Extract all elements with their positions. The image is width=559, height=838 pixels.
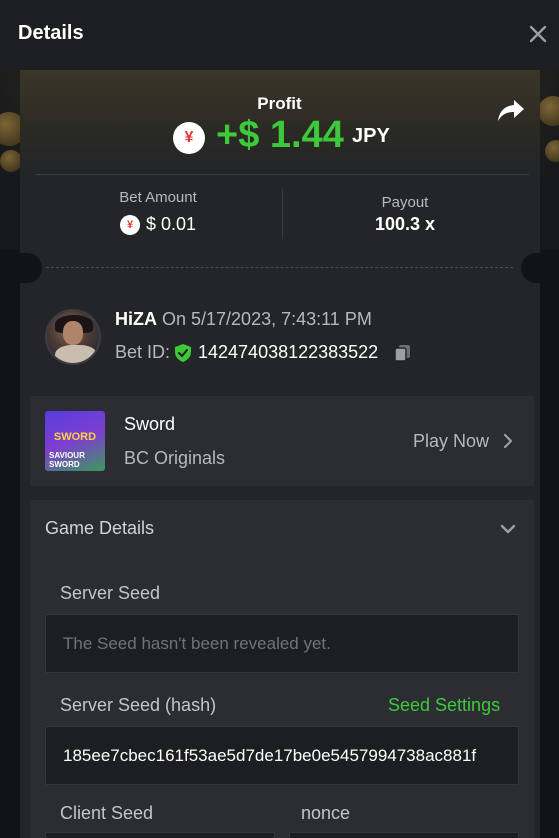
dashed-divider xyxy=(46,267,513,268)
profit-currency: JPY xyxy=(352,125,390,147)
bet-amount-label: Bet Amount xyxy=(119,189,197,206)
yen-currency-icon: ¥ xyxy=(173,122,205,154)
server-seed-label: Server Seed xyxy=(60,583,161,603)
profit-value: +$ 1.44 xyxy=(216,114,344,156)
shield-check-icon xyxy=(175,344,191,362)
server-seed-hash-label: Server Seed (hash) xyxy=(60,695,217,715)
bet-date: On 5/17/2023, 7:43:11 PM xyxy=(162,309,372,329)
ticket-notch xyxy=(521,253,559,283)
coin-decoration xyxy=(0,150,22,172)
thumbnail-subtitle: SAVIOUR SWORD xyxy=(49,451,85,469)
avatar[interactable] xyxy=(45,309,101,365)
yen-currency-icon: ¥ xyxy=(120,215,140,235)
payout-label: Payout xyxy=(381,194,429,211)
modal-title: Details xyxy=(18,22,84,44)
server-seed-hash-value: 185ee7cbec161f53ae5d7de17be0e5457994738a… xyxy=(63,746,477,765)
seed-settings-link[interactable]: Seed Settings xyxy=(388,695,500,716)
modal-header: Details xyxy=(0,0,559,70)
nonce-label: nonce xyxy=(301,803,351,823)
divider xyxy=(36,174,529,175)
close-icon[interactable] xyxy=(524,20,552,48)
bet-amount-value: $ 0.01 xyxy=(146,214,197,234)
play-now-button[interactable]: Play Now xyxy=(413,431,489,452)
game-provider: BC Originals xyxy=(124,448,226,468)
payout-value: 100.3 x xyxy=(374,214,436,234)
ticket-notch xyxy=(0,253,42,283)
bet-id-label: Bet ID: xyxy=(115,342,171,362)
profit-label: Profit xyxy=(257,94,302,113)
thumbnail-title: SWORD xyxy=(53,431,97,443)
game-name: Sword xyxy=(124,414,176,434)
user-name[interactable]: HiZA xyxy=(115,309,157,330)
chevron-down-icon[interactable] xyxy=(498,519,518,539)
nonce-field[interactable] xyxy=(289,832,519,838)
server-seed-placeholder: The Seed hasn't been revealed yet. xyxy=(63,634,331,653)
client-seed-field[interactable] xyxy=(45,832,275,838)
bet-id-value: 142474038122383522 xyxy=(198,342,379,362)
copy-icon[interactable] xyxy=(393,343,413,363)
game-thumbnail[interactable]: SWORD SAVIOUR SWORD xyxy=(45,411,105,471)
divider xyxy=(282,189,283,239)
game-details-toggle[interactable]: Game Details xyxy=(45,518,154,539)
share-icon[interactable] xyxy=(496,98,526,124)
client-seed-label: Client Seed xyxy=(60,803,154,823)
chevron-right-icon[interactable] xyxy=(501,432,515,450)
